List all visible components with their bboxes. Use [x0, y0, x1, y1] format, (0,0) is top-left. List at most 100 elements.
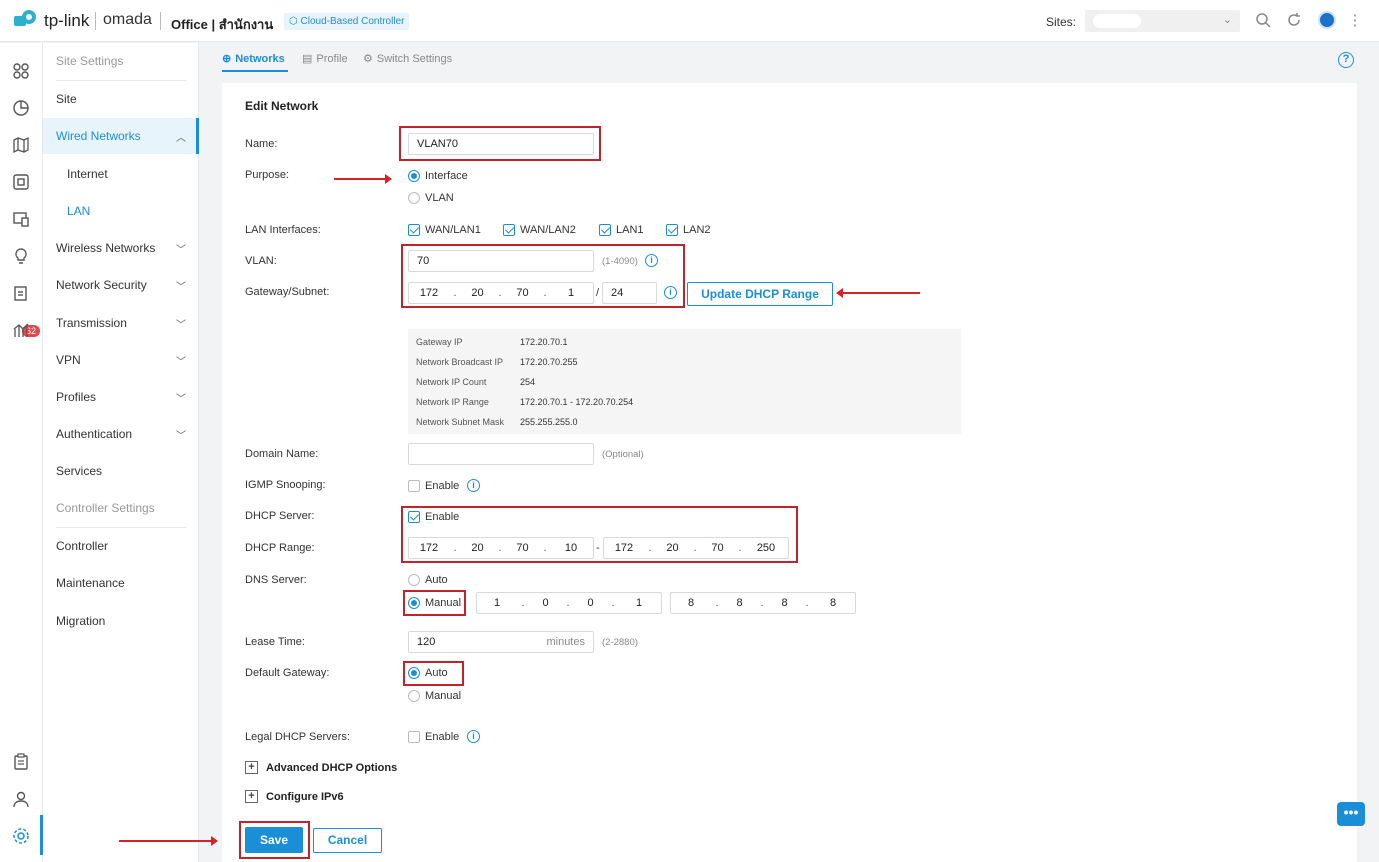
nav-item-label: Internet — [67, 167, 108, 181]
nav-item-vpn[interactable]: VPN ﹀ — [43, 342, 199, 378]
nav-item-wireless-networks[interactable]: Wireless Networks ﹀ — [43, 230, 199, 266]
nav-item-label: LAN — [67, 204, 91, 218]
lease-time-input[interactable]: 120 minutes — [408, 631, 594, 653]
ip-octet: 1 — [635, 597, 643, 609]
audit-log-icon[interactable] — [11, 752, 31, 772]
help-icon[interactable]: ? — [1338, 52, 1354, 68]
logs-icon[interactable] — [11, 283, 31, 303]
info-key: Network IP Range — [416, 397, 489, 407]
reports-icon[interactable] — [11, 320, 31, 340]
lan-if-lan1[interactable]: LAN1 — [599, 224, 644, 236]
nav-item-label: Wired Networks — [56, 129, 141, 143]
account-icon[interactable] — [11, 789, 31, 809]
checkbox-label: WAN/LAN1 — [425, 224, 481, 236]
expander-label: Configure IPv6 — [266, 790, 344, 803]
user-avatar[interactable] — [1318, 11, 1336, 29]
annotation-box-vlan-gateway — [401, 244, 685, 308]
tplink-logo[interactable]: tp-link — [14, 10, 89, 32]
chevron-down-icon: ⌄ — [1222, 14, 1232, 26]
chevron-down-icon: ﹀ — [176, 430, 186, 442]
nav-item-label: Transmission — [56, 316, 127, 330]
advanced-dhcp-options-expander[interactable]: + Advanced DHCP Options — [245, 761, 397, 774]
nav-item-wired-networks[interactable]: Wired Networks ︿ — [43, 118, 199, 154]
nav-item-label: Wireless Networks — [56, 241, 156, 255]
dns-primary-input[interactable]: 1. 0. 0. 1 — [476, 592, 662, 614]
info-key: Gateway IP — [416, 337, 463, 347]
nav-item-label: Site — [56, 92, 77, 106]
lease-value: 120 — [417, 636, 436, 648]
devices-icon[interactable] — [11, 172, 31, 192]
chevron-up-icon: ︿ — [176, 132, 186, 144]
tab-profile[interactable]: ▤ Profile — [302, 52, 348, 66]
info-icon[interactable]: i — [467, 479, 480, 492]
map-icon[interactable] — [11, 135, 31, 155]
insights-icon[interactable] — [11, 246, 31, 266]
nav-item-maintenance[interactable]: Maintenance — [43, 565, 199, 601]
domain-name-input[interactable] — [408, 443, 594, 465]
ip-octet: 0 — [587, 597, 594, 609]
annotation-box-default-gateway — [403, 661, 464, 686]
lan-if-wan-lan2[interactable]: WAN/LAN2 — [503, 224, 576, 236]
header-divider — [95, 12, 96, 30]
refresh-icon[interactable] — [1285, 12, 1303, 30]
gear-icon: ⚙ — [363, 53, 373, 65]
tab-networks[interactable]: ⊕ Networks — [222, 52, 285, 66]
more-vertical-icon[interactable]: ⋮ — [1346, 12, 1364, 30]
checkbox-label: LAN1 — [616, 224, 644, 236]
lan-if-lan2[interactable]: LAN2 — [666, 224, 711, 236]
active-tab-underline — [222, 70, 288, 72]
lan-if-wan-lan1[interactable]: WAN/LAN1 — [408, 224, 481, 236]
radio-unselected — [408, 574, 420, 586]
ip-octet: 0 — [542, 597, 549, 609]
ip-dot: . — [566, 597, 570, 609]
chat-support-icon[interactable]: ••• — [1337, 802, 1365, 826]
dashboard-icon[interactable] — [11, 61, 31, 81]
nav-item-label: VPN — [56, 353, 81, 367]
update-dhcp-range-button[interactable]: Update DHCP Range — [687, 282, 833, 306]
lease-time-label: Lease Time: — [245, 636, 305, 648]
product-name: omada — [103, 11, 152, 28]
nav-item-migration[interactable]: Migration — [43, 603, 199, 639]
clients-icon[interactable] — [11, 209, 31, 229]
edit-network-panel: Edit Network Name: VLAN70 Purpose: Inter… — [222, 83, 1357, 862]
search-icon[interactable] — [1254, 12, 1272, 30]
purpose-vlan-radio[interactable]: VLAN — [408, 192, 454, 204]
info-icon[interactable]: i — [467, 730, 480, 743]
nav-item-profiles[interactable]: Profiles ﹀ — [43, 379, 199, 415]
sites-label: Sites: — [1046, 15, 1077, 29]
nav-item-transmission[interactable]: Transmission ﹀ — [43, 305, 199, 341]
nav-item-authentication[interactable]: Authentication ﹀ — [43, 416, 199, 452]
purpose-interface-radio[interactable]: Interface — [408, 170, 468, 182]
site-title: Office | สำนักงาน — [171, 17, 274, 32]
settings-gear-icon[interactable] — [11, 826, 31, 846]
expander-label: Advanced DHCP Options — [266, 761, 398, 774]
nav-item-site[interactable]: Site — [43, 81, 199, 117]
nav-item-internet[interactable]: Internet — [43, 156, 199, 192]
tab-switch-settings[interactable]: ⚙ Switch Settings — [363, 52, 452, 66]
ip-octet: 8 — [736, 597, 743, 609]
nav-item-services[interactable]: Services — [43, 453, 199, 489]
nav-item-controller[interactable]: Controller — [43, 528, 199, 564]
radio-label: Auto — [425, 574, 448, 586]
dns-auto-radio[interactable]: Auto — [408, 574, 448, 586]
dns-secondary-input[interactable]: 8. 8. 8. 8 — [670, 592, 856, 614]
default-gateway-manual-radio[interactable]: Manual — [408, 690, 461, 702]
chevron-down-icon: ﹀ — [176, 244, 186, 256]
checkbox-unchecked — [408, 480, 420, 492]
cancel-button[interactable]: Cancel — [313, 828, 382, 853]
nav-item-lan[interactable]: LAN — [43, 193, 199, 229]
annotation-box-save — [239, 821, 310, 859]
legal-dhcp-enable-checkbox[interactable]: Enable — [408, 731, 459, 743]
legal-dhcp-servers-label: Legal DHCP Servers: — [245, 731, 350, 743]
nav-item-network-security[interactable]: Network Security ﹀ — [43, 267, 199, 303]
checkbox-checked — [666, 224, 678, 236]
igmp-enable-checkbox[interactable]: Enable — [408, 480, 459, 492]
network-info-summary: Gateway IP 172.20.70.1 Network Broadcast … — [408, 329, 961, 434]
lease-range-hint: (2-2880) — [602, 637, 638, 648]
sites-select[interactable]: ⌄ — [1085, 10, 1240, 32]
radio-unselected — [408, 192, 420, 204]
vlan-label: VLAN: — [245, 255, 277, 267]
configure-ipv6-expander[interactable]: + Configure IPv6 — [245, 790, 344, 803]
statistics-icon[interactable] — [11, 98, 31, 118]
plus-icon: + — [245, 761, 258, 774]
